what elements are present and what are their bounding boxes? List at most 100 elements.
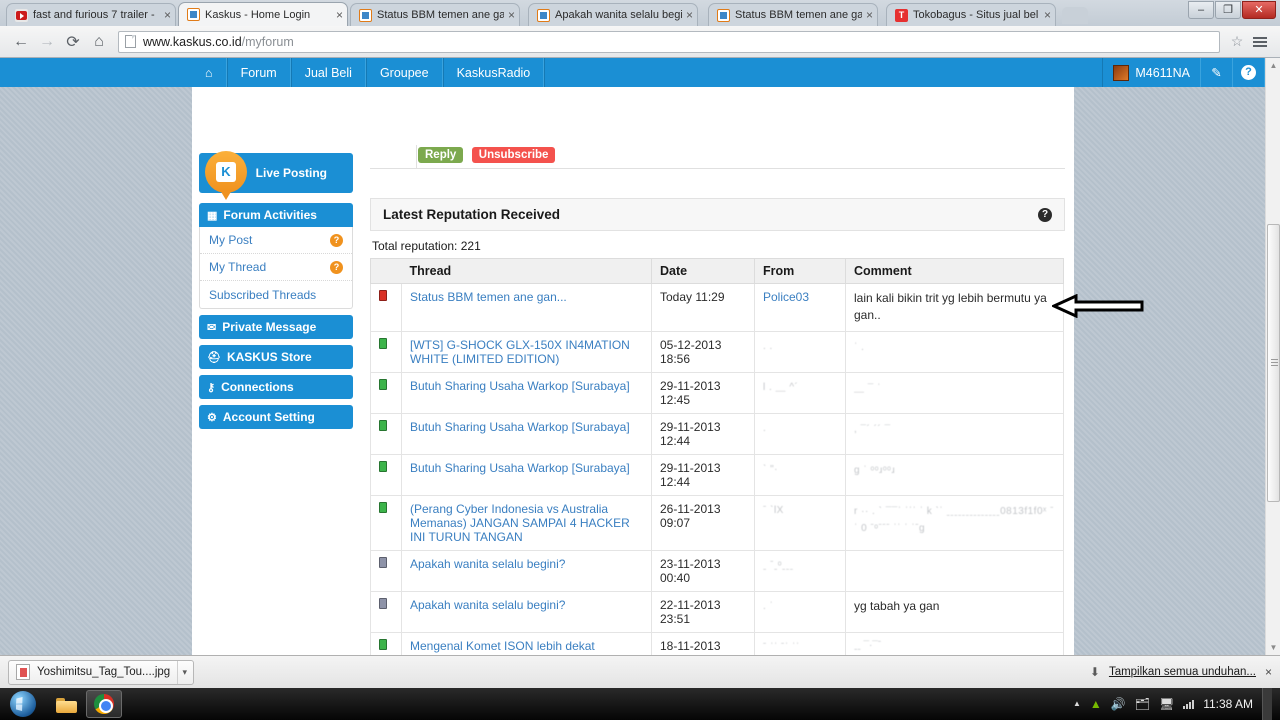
sidebar-item-subscribed-threads[interactable]: Subscribed Threads [200, 281, 352, 308]
date-cell: 26-11-2013 09:07 [651, 494, 755, 551]
tab-close-icon[interactable]: × [686, 9, 693, 21]
cart-icon: ⛑ [207, 351, 221, 364]
table-row[interactable]: Apakah wanita selalu begini? 23-11-2013 … [370, 549, 1064, 592]
nav-item-groupee[interactable]: Groupee [365, 58, 443, 87]
show-desktop-button[interactable] [1262, 688, 1272, 720]
new-tab-button[interactable] [1062, 7, 1088, 24]
help-badge-icon[interactable]: ? [330, 260, 343, 274]
reload-icon[interactable]: ⟳ [60, 29, 86, 55]
table-row[interactable]: Butuh Sharing Usaha Warkop [Surabaya] 29… [370, 412, 1064, 455]
table-row[interactable]: Mengenal Komet ISON lebih dekat 18-11-20… [370, 631, 1064, 655]
from-cell: . [763, 422, 767, 434]
table-row[interactable]: (Perang Cyber Indonesia vs Australia Mem… [370, 494, 1064, 551]
network-icon[interactable]: 🖥 [1159, 698, 1174, 710]
tab-close-icon[interactable]: × [336, 9, 343, 21]
signal-icon[interactable] [1183, 699, 1195, 709]
download-bar: Yoshimitsu_Tag_Tou....jpg ▾ ⬇ Tampilkan … [0, 655, 1280, 688]
from-link[interactable]: Police03 [763, 290, 809, 304]
tab-close-icon[interactable]: × [164, 9, 171, 21]
tab-title: Apakah wanita selalu begi [555, 9, 682, 21]
nvidia-icon[interactable]: ▲ [1090, 698, 1102, 710]
show-all-downloads-link[interactable]: Tampilkan semua unduhan... [1109, 666, 1256, 678]
scroll-up-icon[interactable]: ▲ [1266, 58, 1280, 73]
kaskus-icon [187, 8, 200, 21]
status-badge [379, 556, 387, 568]
from-cell: ˍ ˉˍᵒˍˍˍ [763, 559, 794, 571]
thread-link[interactable]: Status BBM temen ane gan... [410, 290, 567, 304]
taskbar-clock[interactable]: 11:38 AM [1203, 697, 1253, 711]
thread-link[interactable]: Mengenal Komet ISON lebih dekat [410, 639, 595, 653]
sidebar-item-label: Forum Activities [223, 208, 317, 222]
help-icon-glyph: ? [1241, 65, 1256, 80]
table-row[interactable]: Butuh Sharing Usaha Warkop [Surabaya] 29… [370, 371, 1064, 414]
tray-expand-icon[interactable]: ▲ [1073, 700, 1081, 708]
close-download-bar-icon[interactable]: × [1265, 665, 1272, 679]
reply-toolbar: Reply Unsubscribe [370, 145, 1065, 169]
download-menu-caret-icon[interactable]: ▾ [177, 660, 191, 684]
url-path: /myforum [241, 34, 294, 49]
start-button[interactable] [0, 688, 46, 720]
user-menu[interactable]: M4611NA [1102, 58, 1201, 87]
browser-tab-5[interactable]: T Tokobagus - Situs jual bel × [886, 3, 1056, 26]
action-center-icon[interactable]: 🗂 [1135, 698, 1150, 710]
back-icon[interactable]: ← [8, 29, 34, 55]
browser-tab-0[interactable]: fast and furious 7 trailer - × [6, 3, 176, 26]
table-row[interactable]: Apakah wanita selalu begini? 22-11-2013 … [370, 590, 1064, 633]
status-badge [379, 337, 387, 349]
sidebar-item-my-post[interactable]: My Post ? [200, 227, 352, 254]
address-bar[interactable]: www.kaskus.co.id/myforum [118, 30, 1220, 53]
sidebar-item-my-thread[interactable]: My Thread ? [200, 254, 352, 281]
thread-link[interactable]: Butuh Sharing Usaha Warkop [Surabaya] [410, 379, 630, 393]
browser-tab-1[interactable]: Kaskus - Home Login × [178, 2, 348, 26]
tokobagus-icon: T [895, 8, 908, 22]
thread-link[interactable]: Butuh Sharing Usaha Warkop [Surabaya] [410, 420, 630, 434]
browser-tab-3[interactable]: Apakah wanita selalu begi × [528, 3, 698, 26]
volume-icon[interactable]: 🔊 [1111, 698, 1126, 710]
taskbar-item-chrome[interactable] [86, 690, 122, 718]
maximize-button[interactable]: ❐ [1215, 1, 1241, 19]
thread-link[interactable]: Apakah wanita selalu begini? [410, 557, 565, 571]
tab-close-icon[interactable]: × [866, 9, 873, 21]
nav-item-forum[interactable]: Forum [226, 58, 291, 87]
sidebar-item-label: My Post [209, 233, 253, 247]
sidebar-item-forum-activities[interactable]: ▦ Forum Activities [199, 203, 353, 227]
sidebar-item-account-setting[interactable]: ⚙ Account Setting [199, 405, 353, 429]
forward-icon[interactable]: → [34, 29, 60, 55]
nav-home-icon[interactable]: ⌂ [192, 58, 227, 87]
nav-item-jual-beli[interactable]: Jual Beli [290, 58, 366, 87]
sidebar-item-private-message[interactable]: ✉ Private Message [199, 315, 353, 339]
sidebar-item-connections[interactable]: ⚷ Connections [199, 375, 353, 399]
unsubscribe-button[interactable]: Unsubscribe [471, 147, 556, 163]
scrollbar-thumb[interactable] [1267, 224, 1280, 502]
sidebar-item-live-posting[interactable]: K Live Posting [199, 151, 353, 200]
thread-link[interactable]: [WTS] G-SHOCK GLX-150X IN4MATION WHITE (… [410, 338, 630, 366]
browser-tab-4[interactable]: Status BBM temen ane gan × [708, 3, 878, 26]
sidebar-item-kaskus-store[interactable]: ⛑ KASKUS Store [199, 345, 353, 369]
window-close-button[interactable]: ✕ [1242, 1, 1276, 19]
help-icon[interactable]: ? [1038, 207, 1052, 222]
tab-close-icon[interactable]: × [1044, 9, 1051, 21]
table-row[interactable]: [WTS] G-SHOCK GLX-150X IN4MATION WHITE (… [370, 330, 1064, 373]
home-icon[interactable]: ⌂ [86, 29, 112, 55]
scroll-down-icon[interactable]: ▼ [1266, 640, 1280, 655]
minimize-button[interactable]: – [1188, 1, 1214, 19]
thread-link[interactable]: Apakah wanita selalu begini? [410, 598, 565, 612]
taskbar-item-file-explorer[interactable] [46, 689, 86, 719]
page-info-icon[interactable] [125, 35, 136, 48]
bookmark-star-icon[interactable]: ☆ [1226, 33, 1248, 50]
date-cell: 29-11-2013 12:45 [651, 371, 755, 414]
help-badge-icon[interactable]: ? [330, 233, 343, 247]
table-row[interactable]: Butuh Sharing Usaha Warkop [Surabaya] 29… [370, 453, 1064, 496]
reply-button[interactable]: Reply [418, 147, 464, 163]
table-row[interactable]: Status BBM temen ane gan... Today 11:29 … [370, 283, 1064, 332]
tab-close-icon[interactable]: × [508, 9, 515, 21]
download-item[interactable]: Yoshimitsu_Tag_Tou....jpg ▾ [8, 659, 195, 685]
page-scrollbar[interactable]: ▲ ▼ [1265, 58, 1280, 655]
help-icon[interactable]: ? [1233, 58, 1265, 87]
chrome-menu-icon[interactable] [1248, 36, 1272, 47]
edit-icon[interactable]: ✎ [1201, 58, 1233, 87]
thread-link[interactable]: Butuh Sharing Usaha Warkop [Surabaya] [410, 461, 630, 475]
thread-link[interactable]: (Perang Cyber Indonesia vs Australia Mem… [410, 502, 630, 544]
nav-item-kaskusradio[interactable]: KaskusRadio [442, 58, 545, 87]
browser-tab-2[interactable]: Status BBM temen ane gan × [350, 3, 520, 26]
